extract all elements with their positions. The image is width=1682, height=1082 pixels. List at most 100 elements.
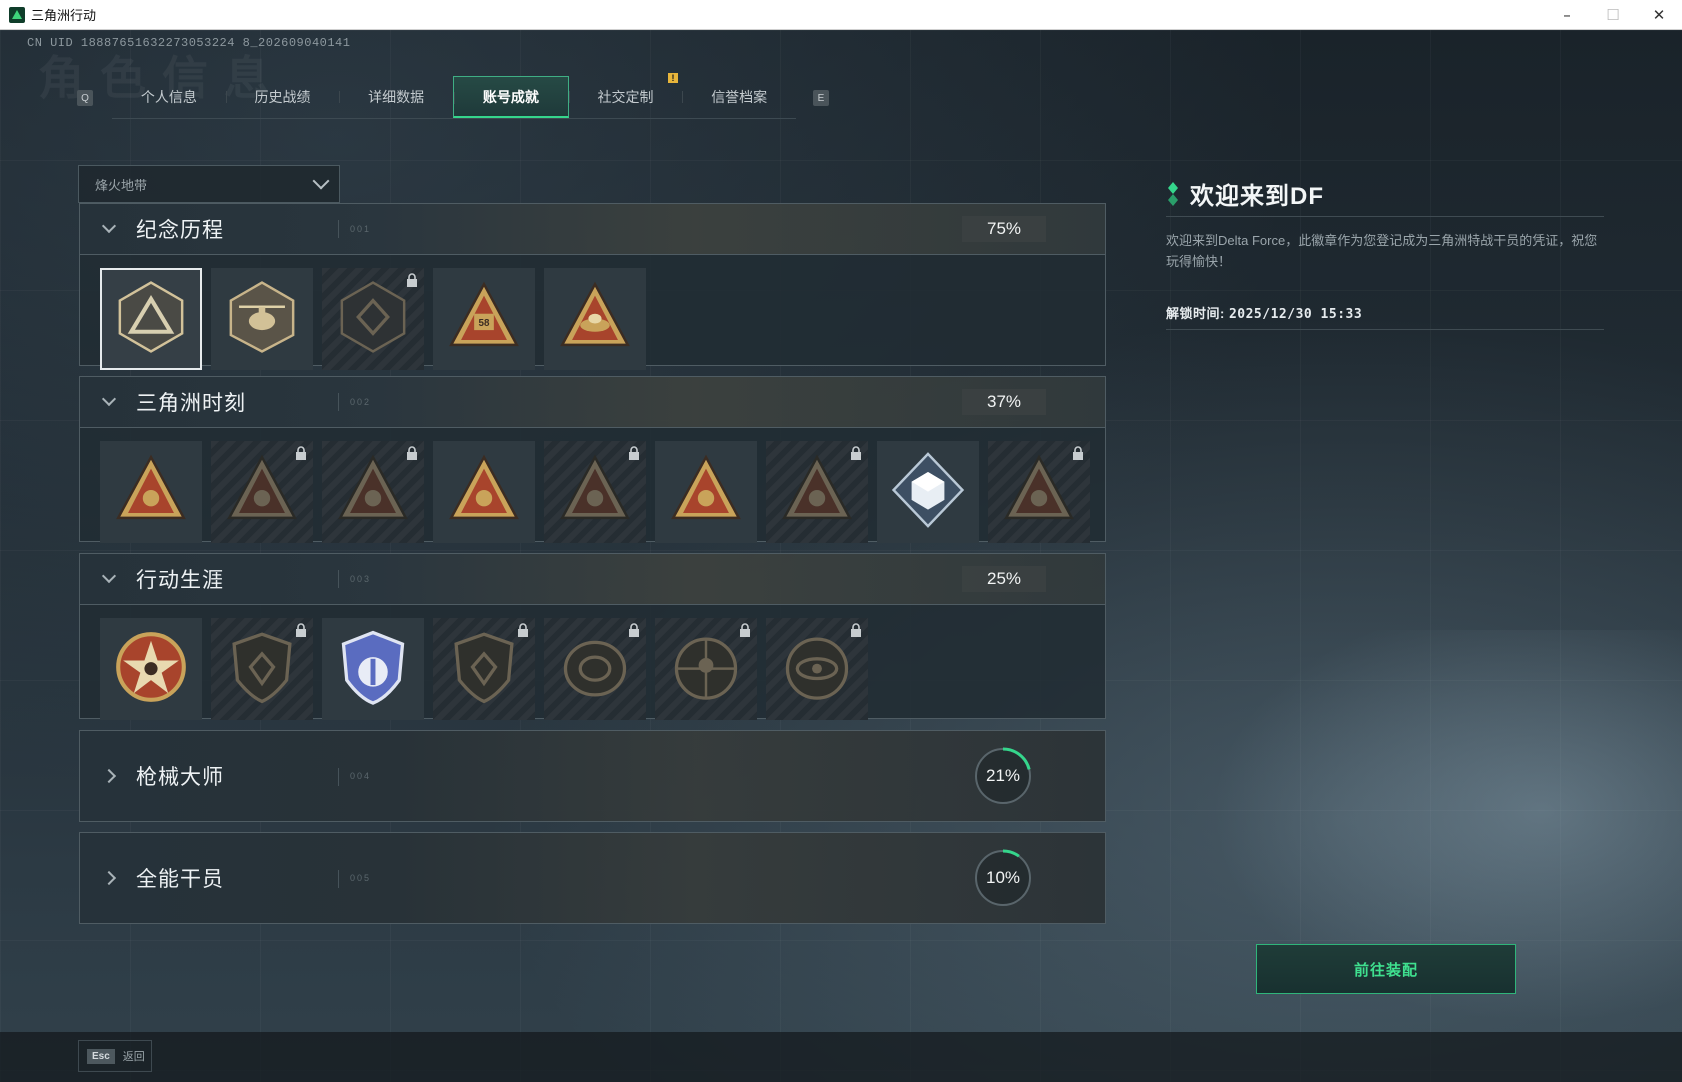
triangle-dragon-icon	[998, 449, 1080, 536]
chevron-right-icon[interactable]	[94, 870, 124, 886]
tab-notice-badge: !	[668, 73, 678, 83]
badge-tile[interactable]: 58	[433, 268, 535, 370]
chevron-right-icon[interactable]	[94, 768, 124, 784]
svg-text:58: 58	[479, 318, 490, 329]
section-title: 枪械大师	[136, 766, 224, 789]
oval-ring-icon	[554, 626, 636, 713]
section-divider	[338, 220, 339, 238]
back-button[interactable]: Esc 返回	[78, 1040, 152, 1072]
tab-prev-key[interactable]: Q	[77, 90, 93, 106]
badge-tile[interactable]	[211, 618, 313, 720]
section-header[interactable]: 三角洲时刻 002 37%	[80, 377, 1105, 428]
minimize-button[interactable]: –	[1544, 0, 1590, 30]
section-header[interactable]: 行动生涯 003 25%	[80, 554, 1105, 605]
lock-icon	[406, 273, 418, 287]
eye-emblem-icon	[776, 626, 858, 713]
badge-tile[interactable]	[322, 268, 424, 370]
mode-dropdown[interactable]: 烽火地带	[78, 165, 340, 203]
section-progress-ring: 21%	[972, 745, 1034, 807]
triangle-star-icon	[332, 449, 414, 536]
achievement-section: 纪念历程 001 75% 58	[79, 203, 1106, 370]
badge-row: 58	[80, 255, 1105, 370]
section-index: 005	[350, 873, 372, 883]
badge-tile[interactable]	[322, 618, 424, 720]
section-title: 全能干员	[136, 868, 224, 891]
badge-tile[interactable]	[544, 441, 646, 543]
badge-tile[interactable]	[211, 268, 313, 370]
badge-detail-description: 欢迎来到Delta Force，此徽章作为您登记成为三角洲特战干员的凭证，祝您玩…	[1166, 233, 1598, 269]
lock-icon	[850, 623, 862, 637]
triangle-rocket-icon	[665, 449, 747, 536]
helicopter-icon	[221, 276, 303, 363]
game-viewport: 角色信息 CN UID 18887651632273053224 8_20260…	[0, 30, 1682, 1082]
esc-key-hint: Esc	[87, 1048, 115, 1064]
badge-tile[interactable]	[766, 441, 868, 543]
go-equip-button[interactable]: 前往装配	[1256, 944, 1516, 994]
badge-tile[interactable]	[655, 441, 757, 543]
achievement-section: 枪械大师 004 21%	[79, 730, 1106, 822]
delta-triangle-icon	[110, 276, 192, 363]
skull-compass-icon	[665, 626, 747, 713]
chevron-down-icon[interactable]	[94, 391, 124, 407]
chevron-down-icon[interactable]	[94, 218, 124, 234]
badge-tile[interactable]	[322, 441, 424, 543]
section-header[interactable]: 枪械大师 004 21%	[80, 731, 1105, 821]
lock-icon	[517, 623, 529, 637]
section-title: 行动生涯	[136, 569, 224, 592]
star-medal-icon	[110, 626, 192, 713]
badge-tile[interactable]	[100, 618, 202, 720]
section-index: 001	[350, 224, 372, 234]
lock-icon	[1072, 446, 1084, 460]
tab-5[interactable]: 社交定制	[568, 76, 683, 118]
mode-dropdown-value: 烽火地带	[95, 177, 148, 193]
section-title: 纪念历程	[136, 219, 224, 242]
diamond-cube-icon	[887, 449, 969, 536]
lock-icon	[850, 446, 862, 460]
tab-3[interactable]: 详细数据	[339, 76, 453, 118]
badge-tile[interactable]	[100, 441, 202, 543]
tab-4[interactable]: 账号成就	[453, 76, 569, 118]
section-title: 三角洲时刻	[136, 392, 246, 415]
badge-tile[interactable]	[766, 618, 868, 720]
maximize-button[interactable]: ☐	[1590, 0, 1636, 30]
tab-2[interactable]: 历史战绩	[225, 76, 340, 118]
badge-tile[interactable]	[988, 441, 1090, 543]
section-header[interactable]: 纪念历程 001 75%	[80, 204, 1105, 255]
section-index: 002	[350, 397, 372, 407]
storm-background	[1120, 630, 1682, 1082]
badge-tile[interactable]	[877, 441, 979, 543]
triangle-squad-icon	[443, 449, 525, 536]
police-shield-icon	[332, 626, 414, 713]
section-progress-ring: 10%	[972, 847, 1034, 909]
triangle-vehicle-icon	[554, 449, 636, 536]
badge-tile[interactable]	[211, 441, 313, 543]
section-progress: 21%	[985, 766, 1021, 785]
badge-tile[interactable]	[544, 268, 646, 370]
window-title: 三角洲行动	[31, 8, 97, 23]
section-divider	[338, 870, 339, 888]
tab-6[interactable]: 信誉档案	[682, 76, 796, 118]
badge-tile[interactable]	[100, 268, 202, 370]
lock-icon	[628, 446, 640, 460]
badge-tile[interactable]	[655, 618, 757, 720]
section-header[interactable]: 全能干员 005 10%	[80, 833, 1105, 923]
lock-icon	[406, 446, 418, 460]
close-button[interactable]: ✕	[1636, 0, 1682, 30]
tab-1[interactable]: 个人信息	[112, 76, 226, 118]
chevron-down-icon[interactable]	[94, 568, 124, 584]
badge-detail-header: 欢迎来到DF	[1166, 176, 1324, 211]
tab-next-key[interactable]: E	[813, 90, 829, 106]
section-progress: 10%	[985, 868, 1021, 887]
section-divider	[338, 768, 339, 786]
triangle-soldier-icon	[221, 449, 303, 536]
section-progress: 75%	[962, 216, 1046, 242]
lock-icon	[739, 623, 751, 637]
bottom-bar	[0, 1032, 1682, 1082]
app-logo-icon	[9, 6, 25, 23]
triangle-58-icon: 58	[443, 276, 525, 363]
badge-tile[interactable]	[433, 441, 535, 543]
triangle-box-icon	[110, 449, 192, 536]
flame-shield-icon	[221, 626, 303, 713]
badge-tile[interactable]	[433, 618, 535, 720]
badge-tile[interactable]	[544, 618, 646, 720]
